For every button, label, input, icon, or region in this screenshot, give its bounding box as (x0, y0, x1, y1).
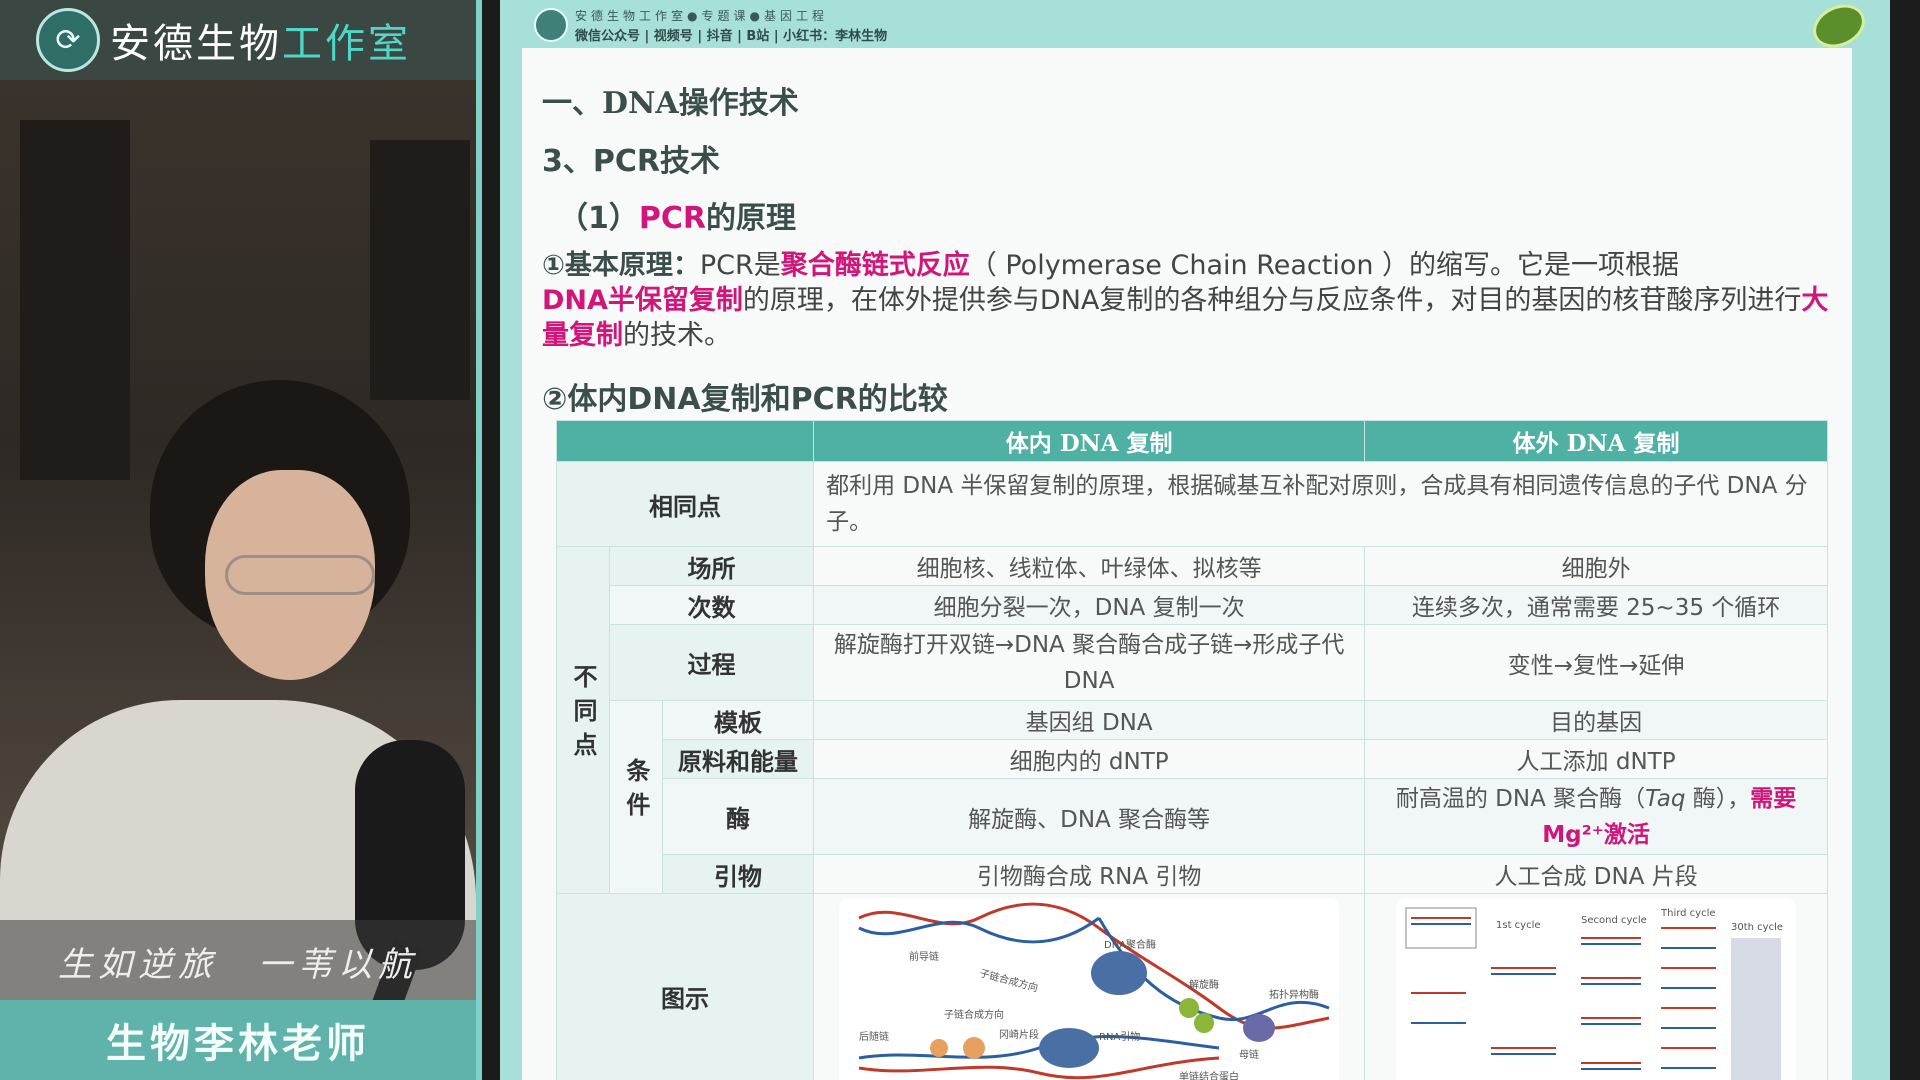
enzyme-out-b: 酶）， (1685, 785, 1751, 812)
cell-primer-in: 引物酶合成 RNA 引物 (813, 854, 1366, 894)
fig-in-label-4: 拓扑异构酶 (1269, 988, 1319, 1001)
header-in-vivo: 体内 DNA 复制 (813, 420, 1366, 462)
cell-place-out: 细胞外 (1364, 546, 1828, 586)
brand-series-line: 安德生物工作室●专题课●基因工程 (575, 9, 828, 23)
panel-divider (476, 0, 500, 1080)
cell-material-in: 细胞内的 dNTP (813, 739, 1366, 779)
background-shelf (20, 120, 130, 480)
cell-figure-out: 1st cycle Second cycle Third cycle 30th … (1364, 893, 1828, 1080)
fig-in-label-6: 后随链 (859, 1030, 889, 1043)
row-same: 相同点 都利用 DNA 半保留复制的原理，根据碱基互补配对原则，合成具有相同遗传… (555, 461, 1828, 547)
brand-channels-line: 微信公众号 | 视频号 | 抖音 | B站 | 小红书：李林生物 (575, 29, 888, 44)
lecture-slide: 安德生物工作室●专题课●基因工程 微信公众号 | 视频号 | 抖音 | B站 |… (500, 0, 1890, 1080)
row-label-times: 次数 (608, 585, 815, 625)
in-vivo-replication-figure: DNA聚合酶 前导链 子链合成方向 解旋酶 拓扑异构酶 子链合成方向 后随链 冈… (839, 898, 1340, 1080)
comparison-table: 体内 DNA 复制 体外 DNA 复制 相同点 都利用 DNA 半保留复制的原理… (555, 420, 1828, 1080)
slide-header: 安德生物工作室●专题课●基因工程 微信公众号 | 视频号 | 抖音 | B站 |… (500, 0, 1890, 56)
row-label-same: 相同点 (555, 461, 815, 547)
keyword-pcr-full: 聚合酶链式反应 (780, 250, 970, 281)
cell-place-in: 细胞核、线粒体、叶绿体、拟核等 (813, 546, 1366, 586)
principle-text-3: 的原理，在体外提供参与DNA复制的各种组分与反应条件，对目的基因的核苷酸序列进行 (742, 285, 1802, 316)
row-place: 不同点 场所 细胞核、线粒体、叶绿体、拟核等 细胞外 (556, 546, 1828, 894)
cell-times-out: 连续多次，通常需要 25~35 个循环 (1364, 585, 1828, 625)
cell-same-text: 都利用 DNA 半保留复制的原理，根据碱基互补配对原则，合成具有相同遗传信息的子… (813, 461, 1828, 547)
cell-times-in: 细胞分裂一次，DNA 复制一次 (813, 585, 1366, 625)
fig-out-label-3: 30th cycle (1731, 922, 1783, 933)
cell-figure-in: DNA聚合酶 前导链 子链合成方向 解旋酶 拓扑异构酶 子链合成方向 后随链 冈… (813, 893, 1366, 1080)
motto-caption: 生如逆旅 一苇以航 (0, 920, 476, 1002)
cell-enzyme-in: 解旋酶、DNA 聚合酶等 (813, 778, 1366, 855)
row-label-place: 场所 (608, 546, 815, 586)
diff-label: 不同点 (568, 663, 597, 766)
studio-logo-icon: ⟳ (36, 8, 100, 72)
fig-in-label-7: 冈崎片段 (999, 1028, 1039, 1041)
fig-in-label-8: RNA引物 (1099, 1030, 1140, 1043)
logo-main-text: 安德生物 (110, 21, 282, 67)
subsection-heading: 3、PCR技术 (542, 144, 720, 179)
fig-in-label-5: 子链合成方向 (944, 1008, 1004, 1021)
fig-in-label-1: 前导链 (909, 950, 939, 963)
studio-logo-bar: ⟳ 安德生物工作室 (0, 0, 476, 80)
cell-enzyme-out: 耐高温的 DNA 聚合酶（Taq 酶），需要 Mg²⁺激活 (1364, 778, 1828, 855)
row-times: 次数 细胞分裂一次，DNA 复制一次 连续多次，通常需要 25~35 个循环 (557, 585, 1828, 625)
principle-text-1: PCR是 (699, 250, 781, 281)
topic-keyword: PCR (638, 201, 706, 236)
row-label-enzyme: 酶 (661, 778, 815, 855)
enzyme-out-taq: Taq (1645, 785, 1686, 812)
section-heading: 一、DNA操作技术 (542, 86, 799, 121)
row-label-primer: 引物 (661, 854, 815, 894)
row-figure: 图示 DNA聚合酶 前导链 子链合成方向 解旋酶 拓扑异构酶 子链合成方向 后随… (555, 893, 1828, 1080)
row-process: 过程 解旋酶打开双链→DNA 聚合酶合成子链→形成子代 DNA 变性→复性→延伸 (557, 624, 1828, 701)
fig-in-label-10: 单链结合蛋白 (1179, 1070, 1239, 1080)
enzyme-out-a: 耐高温的 DNA 聚合酶（ (1395, 785, 1646, 812)
fig-out-label-2: Third cycle (1660, 908, 1716, 919)
presenter-glasses (225, 555, 375, 595)
conditions-label: 条件 (621, 757, 650, 826)
cell-material-out: 人工添加 dNTP (1364, 739, 1828, 779)
pcr-cycle-figure: 1st cycle Second cycle Third cycle 30th … (1396, 898, 1797, 1080)
principle-text-4: 的技术。 (623, 320, 731, 351)
keyword-semiconservative: DNA半保留复制 (542, 285, 743, 316)
principle-paragraph: ①基本原理：PCR是聚合酶链式反应（ Polymerase Chain Reac… (542, 248, 1842, 353)
fig-in-label-9: 母链 (1239, 1048, 1259, 1061)
brand-logo-icon (534, 8, 568, 42)
cell-template-in: 基因组 DNA (813, 700, 1366, 740)
row-label-material: 原料和能量 (661, 739, 815, 779)
fig-in-label-0: DNA聚合酶 (1104, 938, 1156, 951)
row-label-process: 过程 (608, 624, 815, 701)
principle-text-2: （ Polymerase Chain Reaction ）的缩写。它是一项根据 (969, 250, 1680, 281)
row-primer: 引物 引物酶合成 RNA 引物 人工合成 DNA 片段 (557, 854, 1828, 894)
principle-label: ①基本原理： (542, 250, 700, 281)
logo-accent-text: 工作室 (282, 21, 411, 67)
studio-logo-text: 安德生物工作室 (110, 11, 411, 69)
fig-in-label-3: 解旋酶 (1189, 978, 1219, 991)
cell-primer-out: 人工合成 DNA 片段 (1364, 854, 1828, 894)
table-header-row: 体内 DNA 复制 体外 DNA 复制 (555, 420, 1828, 462)
cell-process-in: 解旋酶打开双链→DNA 聚合酶合成子链→形成子代 DNA (813, 624, 1366, 701)
teacher-name-banner: 生物李林老师 (0, 1000, 476, 1080)
row-group-conditions: 条件 (608, 700, 663, 894)
fig-out-label-0: 1st cycle (1496, 920, 1541, 931)
fig-in-label-2: 子链合成方向 (978, 966, 1039, 994)
topic-heading: （1）PCR的原理 (558, 193, 796, 237)
webcam-panel: ⟳ 安德生物工作室 生如逆旅 一苇以航 生物李林老师 (0, 0, 476, 1080)
slide-content: 一、DNA操作技术 3、PCR技术 （1）PCR的原理 ①基本原理：PCR是聚合… (522, 48, 1852, 1080)
comparison-heading: ②体内DNA复制和PCR的比较 (542, 382, 948, 417)
table-header-blank (555, 420, 815, 462)
topic-number: （1） (558, 201, 639, 236)
row-template: 条件 模板 基因组 DNA 目的基因 (557, 700, 1828, 894)
background-cabinet (370, 140, 470, 400)
row-label-template: 模板 (661, 700, 815, 740)
row-material: 原料和能量 细胞内的 dNTP 人工添加 dNTP (557, 739, 1828, 779)
row-label-figure: 图示 (555, 893, 815, 1080)
row-group-diff: 不同点 (556, 546, 610, 894)
cell-template-out: 目的基因 (1364, 700, 1828, 740)
cell-process-out: 变性→复性→延伸 (1364, 624, 1828, 701)
fig-out-label-1: Second cycle (1581, 915, 1647, 926)
row-enzyme: 酶 解旋酶、DNA 聚合酶等 耐高温的 DNA 聚合酶（Taq 酶），需要 Mg… (557, 778, 1828, 855)
topic-rest: 的原理 (705, 201, 796, 236)
webcam-video (0, 80, 476, 1080)
header-in-vitro: 体外 DNA 复制 (1364, 420, 1828, 462)
